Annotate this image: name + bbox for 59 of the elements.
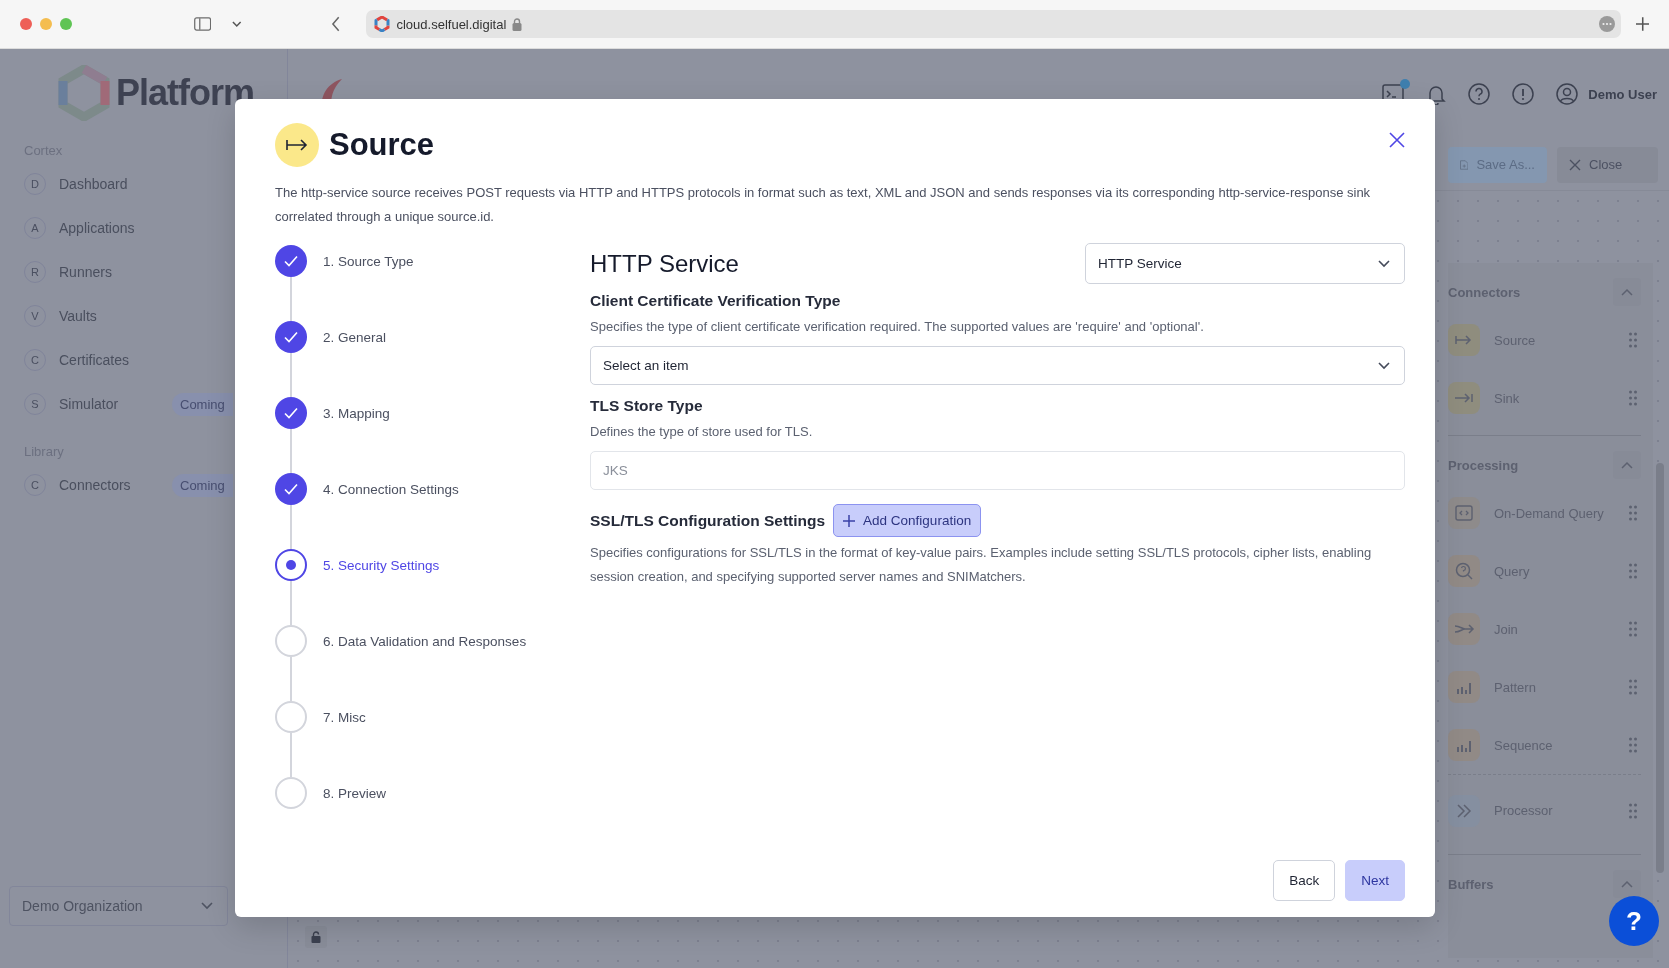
modal-title: Source	[329, 127, 435, 163]
field-label: TLS Store Type	[590, 397, 703, 415]
field-description: Specifies configurations for SSL/TLS in the format of key-value pairs. Examples include setting SSL/TLS protocols, cipher lists, enabling session creation, and specifying supported server names and SNIMatchers.	[590, 544, 1373, 586]
close-icon[interactable]	[1389, 132, 1405, 148]
drag-handle-icon[interactable]	[1629, 802, 1637, 819]
user-name: Demo User	[1588, 86, 1657, 102]
next-button[interactable]: Next	[1345, 860, 1405, 901]
window-control-icon[interactable]	[20, 18, 32, 30]
drag-handle-icon[interactable]	[1629, 679, 1637, 695]
sidebar-item-label: Runners	[59, 264, 113, 280]
hexagon-logo-icon	[56, 65, 112, 121]
select-field[interactable]: Select an item	[590, 346, 1405, 385]
coming-soon-tag: Coming	[172, 473, 233, 497]
lock-icon	[311, 931, 321, 943]
plus-icon	[843, 514, 856, 527]
close-icon	[1569, 158, 1581, 171]
info-icon[interactable]	[1512, 83, 1535, 105]
back-icon[interactable]	[330, 16, 341, 32]
organization-dropdown[interactable]: Demo Organization	[9, 886, 228, 926]
drag-handle-icon[interactable]	[1629, 505, 1637, 521]
site-logo-icon	[374, 16, 391, 32]
drag-handle-icon[interactable]	[1629, 332, 1637, 348]
lock-icon	[512, 17, 523, 31]
type-dropdown[interactable]: HTTP Service	[1085, 243, 1405, 284]
url-text: cloud.selfuel.digital	[396, 16, 507, 32]
drag-handle-icon[interactable]	[1629, 737, 1637, 753]
back-button[interactable]: Back	[1273, 860, 1336, 901]
user-icon	[1556, 83, 1579, 105]
drag-handle-icon[interactable]	[1629, 621, 1637, 637]
field-description: Defines the type of store used for TLS.	[590, 423, 814, 441]
coming-soon-tag: Coming	[172, 392, 233, 416]
sidebar-item-label: Applications	[59, 220, 136, 236]
drag-handle-icon[interactable]	[1629, 390, 1637, 406]
field-label: Client Certificate Verification Type	[590, 292, 841, 310]
user-menu[interactable]: Demo User	[1556, 83, 1657, 105]
more-icon[interactable]	[1598, 16, 1615, 32]
field-description: Specifies the type of client certificate verification required. The supported values are 'require' and 'optional'.	[590, 318, 1205, 336]
new-tab-icon[interactable]	[1635, 17, 1649, 31]
add-configuration-button[interactable]: Add Configuration	[833, 504, 982, 537]
sidebar-item-label: Simulator	[59, 396, 120, 412]
sidebar-item-label: Connectors	[59, 477, 132, 493]
form-title: HTTP Service	[590, 249, 739, 278]
step-item[interactable]: 8. Preview	[275, 777, 387, 809]
input-field[interactable]: JKS	[590, 451, 1405, 490]
close-button[interactable]: Close	[1557, 146, 1658, 183]
field-label: SSL/TLS Configuration Settings	[590, 511, 826, 530]
lock-button[interactable]	[305, 926, 327, 948]
address-bar[interactable]: cloud.selfuel.digital	[366, 10, 1621, 38]
sidebar-toggle-icon[interactable]	[194, 17, 212, 31]
brand-name: Platform	[116, 72, 255, 114]
drag-handle-icon[interactable]	[1629, 563, 1637, 579]
window-control-icon[interactable]	[60, 18, 72, 30]
sidebar-item-label: Dashboard	[59, 176, 129, 192]
sidebar-item-label: Vaults	[59, 308, 98, 324]
window-control-icon[interactable]	[40, 18, 52, 30]
help-icon[interactable]	[1468, 83, 1491, 105]
description-text: The http-service source receives POST requests via HTTP and HTTPS protocols in format such as text, XML and JSON and sends responses via its corresponding http-service-response sink correlated through a unique source.id.	[275, 184, 1372, 226]
sidebar-item-label: Certificates	[59, 352, 131, 368]
organization-name: Demo Organization	[22, 898, 144, 914]
